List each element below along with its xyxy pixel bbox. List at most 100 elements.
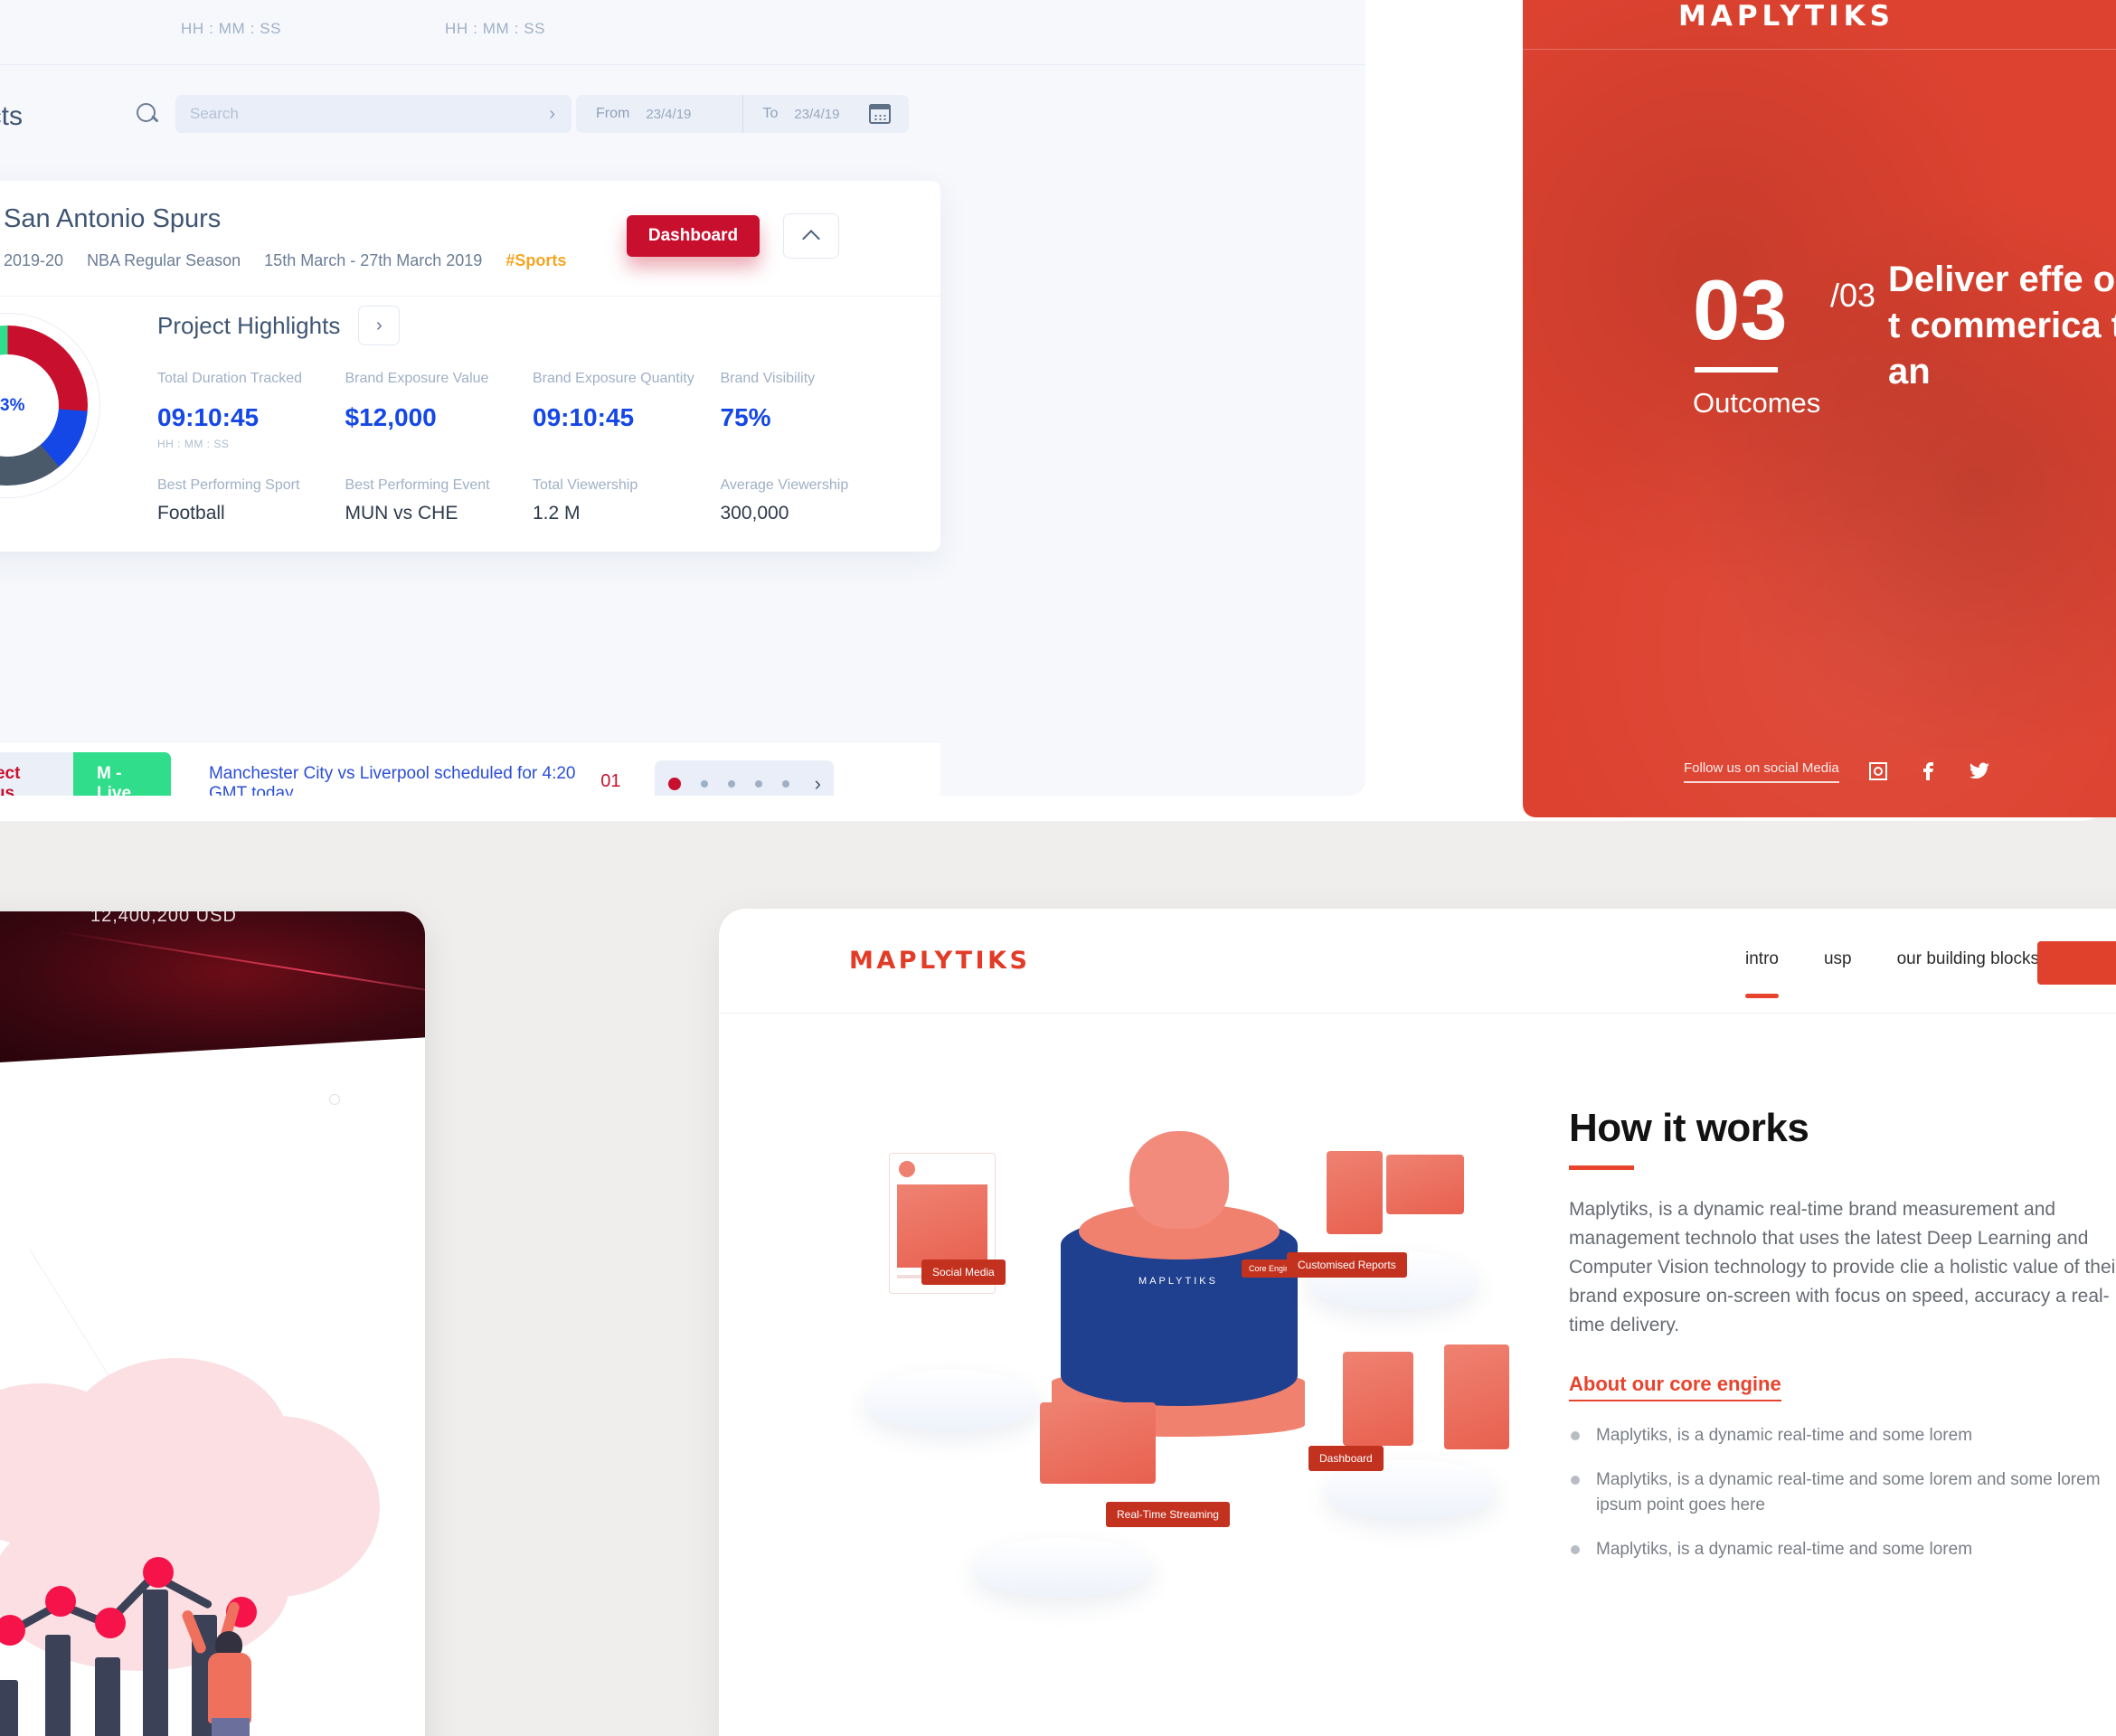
slide-divider [1523, 49, 2116, 50]
project-status-bar: Project Status M - Live Manchester City … [0, 741, 940, 796]
nav-item-intro[interactable]: intro [1745, 949, 1779, 998]
search-chevron-right-icon[interactable]: › [549, 104, 555, 125]
project-card-body: 33% Project Highlights › Total Duration … [0, 297, 940, 524]
carousel-dot-3[interactable] [727, 779, 735, 788]
chevron-up-icon [802, 229, 820, 248]
metric-label: Total Viewership [533, 477, 638, 493]
project-season: 2019-20 [4, 251, 64, 269]
follow-us-text: Follow us on social Media [1684, 760, 1839, 783]
highlights-title: Project Highlights [157, 311, 341, 339]
metric-label: Best Performing Sport [157, 477, 300, 493]
website-navbar: MAPLYTIKS intro usp our building blocks … [719, 909, 2116, 1014]
carousel-next-chevron-right-icon[interactable]: › [815, 772, 821, 796]
metric-value: 75% [720, 403, 771, 431]
search-placeholder: Search [190, 105, 239, 122]
dashboard-top-strip: HH : MM : SS HH : MM : SS [0, 0, 1365, 65]
time-label-1: HH : MM : SS [181, 20, 282, 37]
metric-label: Brand Visibility [720, 371, 816, 386]
date-from-label: From [596, 106, 630, 121]
metric-label: Total Duration Tracked [157, 371, 303, 386]
label-real-time-streaming: Real-Time Streaming [1106, 1502, 1230, 1527]
laser-beam [56, 930, 425, 992]
project-dates: 15th March - 27th March 2019 [264, 251, 483, 269]
data-point [0, 1615, 25, 1646]
project-meta: 2019-20 NBA Regular Season 15th March - … [4, 251, 566, 270]
slide-logo: MAPLYTIKS [1678, 0, 1894, 33]
bar [95, 1657, 120, 1736]
slide-number: 03 [1693, 262, 1788, 357]
instagram-icon[interactable] [1866, 760, 1890, 783]
metric-label: Best Performing Event [345, 477, 490, 493]
screenshot-stage: HH : MM : SS HH : MM : SS ects Search › … [0, 0, 2116, 1736]
metrics-row-1: Total Duration Tracked Brand Exposure Va… [157, 371, 908, 450]
date-range-filter[interactable]: From 23/4/19 To 23/4/19 [576, 95, 909, 133]
metric-value: 300,000 [720, 503, 789, 524]
bar [45, 1635, 71, 1736]
date-from-segment[interactable]: From 23/4/19 [576, 95, 742, 133]
search-input[interactable]: Search › [175, 95, 572, 133]
dashboard-mockup: HH : MM : SS HH : MM : SS ects Search › … [0, 0, 1365, 796]
metric-value: 1.2 M [533, 503, 581, 524]
project-tag[interactable]: #Sports [505, 251, 566, 270]
search-icon[interactable] [136, 102, 159, 126]
carousel-dot-4[interactable] [754, 779, 762, 788]
twitter-icon[interactable] [1968, 760, 1991, 783]
status-message[interactable]: Manchester City vs Liverpool scheduled f… [209, 764, 600, 797]
section-paragraph: Maplytiks, is a dynamic real-time brand … [1569, 1199, 2116, 1335]
status-badge[interactable]: Project Status M - Live [0, 751, 171, 796]
date-to-value: 23/4/19 [794, 106, 840, 122]
page-number: 01 [600, 771, 621, 796]
metric-label: Brand Exposure Value [345, 371, 489, 386]
project-card-header: San Antonio Spurs 2019-20 NBA Regular Se… [0, 181, 940, 297]
person-legs [212, 1718, 250, 1736]
date-to-segment[interactable]: To 23/4/19 [742, 95, 910, 133]
nav-item-our-building-blocks[interactable]: our building blocks [1897, 949, 2039, 973]
mockup-hero-text: 12,400,200 USD [90, 911, 237, 926]
website-logo[interactable]: MAPLYTIKS [849, 947, 1030, 975]
slide-caption: Outcomes [1693, 387, 1821, 419]
carousel-dot-2[interactable] [700, 779, 708, 788]
title-underline [1569, 1165, 1634, 1170]
calendar-icon[interactable] [869, 104, 891, 124]
dashboard-toolbar: ects Search › From 23/4/19 To 23/4/19 [0, 65, 1365, 174]
data-point [95, 1608, 126, 1638]
project-name: San Antonio Spurs [4, 204, 222, 233]
project-league: NBA Regular Season [87, 251, 241, 269]
list-item: Maplytiks, is a dynamic real-time and so… [1569, 1467, 2116, 1517]
dashboard-chart-card [1444, 1344, 1509, 1449]
collapse-button[interactable] [783, 213, 839, 259]
nav-cta-button[interactable] [2037, 941, 2116, 985]
dashboard-button[interactable]: Dashboard [627, 215, 760, 257]
nav-item-usp[interactable]: usp [1824, 949, 1852, 973]
facebook-icon[interactable] [1917, 760, 1941, 783]
metric-value: 09:10:45 [533, 403, 635, 431]
status-live-badge: M - Live [73, 751, 171, 796]
label-social-media: Social Media [921, 1260, 1006, 1285]
carousel-dot-1[interactable] [667, 777, 681, 790]
date-from-value: 23/4/19 [646, 106, 692, 122]
metric-value: $12,000 [345, 403, 437, 431]
carousel-pagination[interactable]: › [655, 760, 834, 796]
website-mockup: MAPLYTIKS intro usp our building blocks … [719, 909, 2116, 1736]
metric-value: MUN vs CHE [345, 503, 458, 524]
slide-underline [1695, 367, 1778, 373]
streaming-card [1040, 1402, 1156, 1484]
core-engine-bullet-list: Maplytiks, is a dynamic real-time and so… [1569, 1423, 2116, 1562]
bar [0, 1680, 18, 1736]
data-point [45, 1586, 76, 1617]
carousel-dot-5[interactable] [781, 779, 789, 788]
core-engine-heading[interactable]: About our core engine [1569, 1373, 1781, 1401]
metric-label: Brand Exposure Quantity [533, 371, 694, 386]
status-label: Project Status [0, 751, 74, 796]
chevron-right-icon[interactable]: › [358, 306, 401, 345]
pedestal [864, 1370, 1040, 1431]
metric-value: Football [157, 503, 225, 524]
core-engine-illustration: Social Media MAPLYTIKS Core Engine Custo… [855, 1099, 1509, 1677]
person-body [208, 1653, 251, 1723]
brand-visibility-donut-chart: 33% [0, 313, 100, 498]
section-title: How it works [1569, 1106, 1809, 1150]
slide-footer: Follow us on social Media [1684, 760, 1991, 783]
list-item: Maplytiks, is a dynamic real-time and so… [1569, 1537, 2116, 1562]
search-area: Search › [136, 95, 572, 133]
brain-icon [1129, 1131, 1229, 1229]
